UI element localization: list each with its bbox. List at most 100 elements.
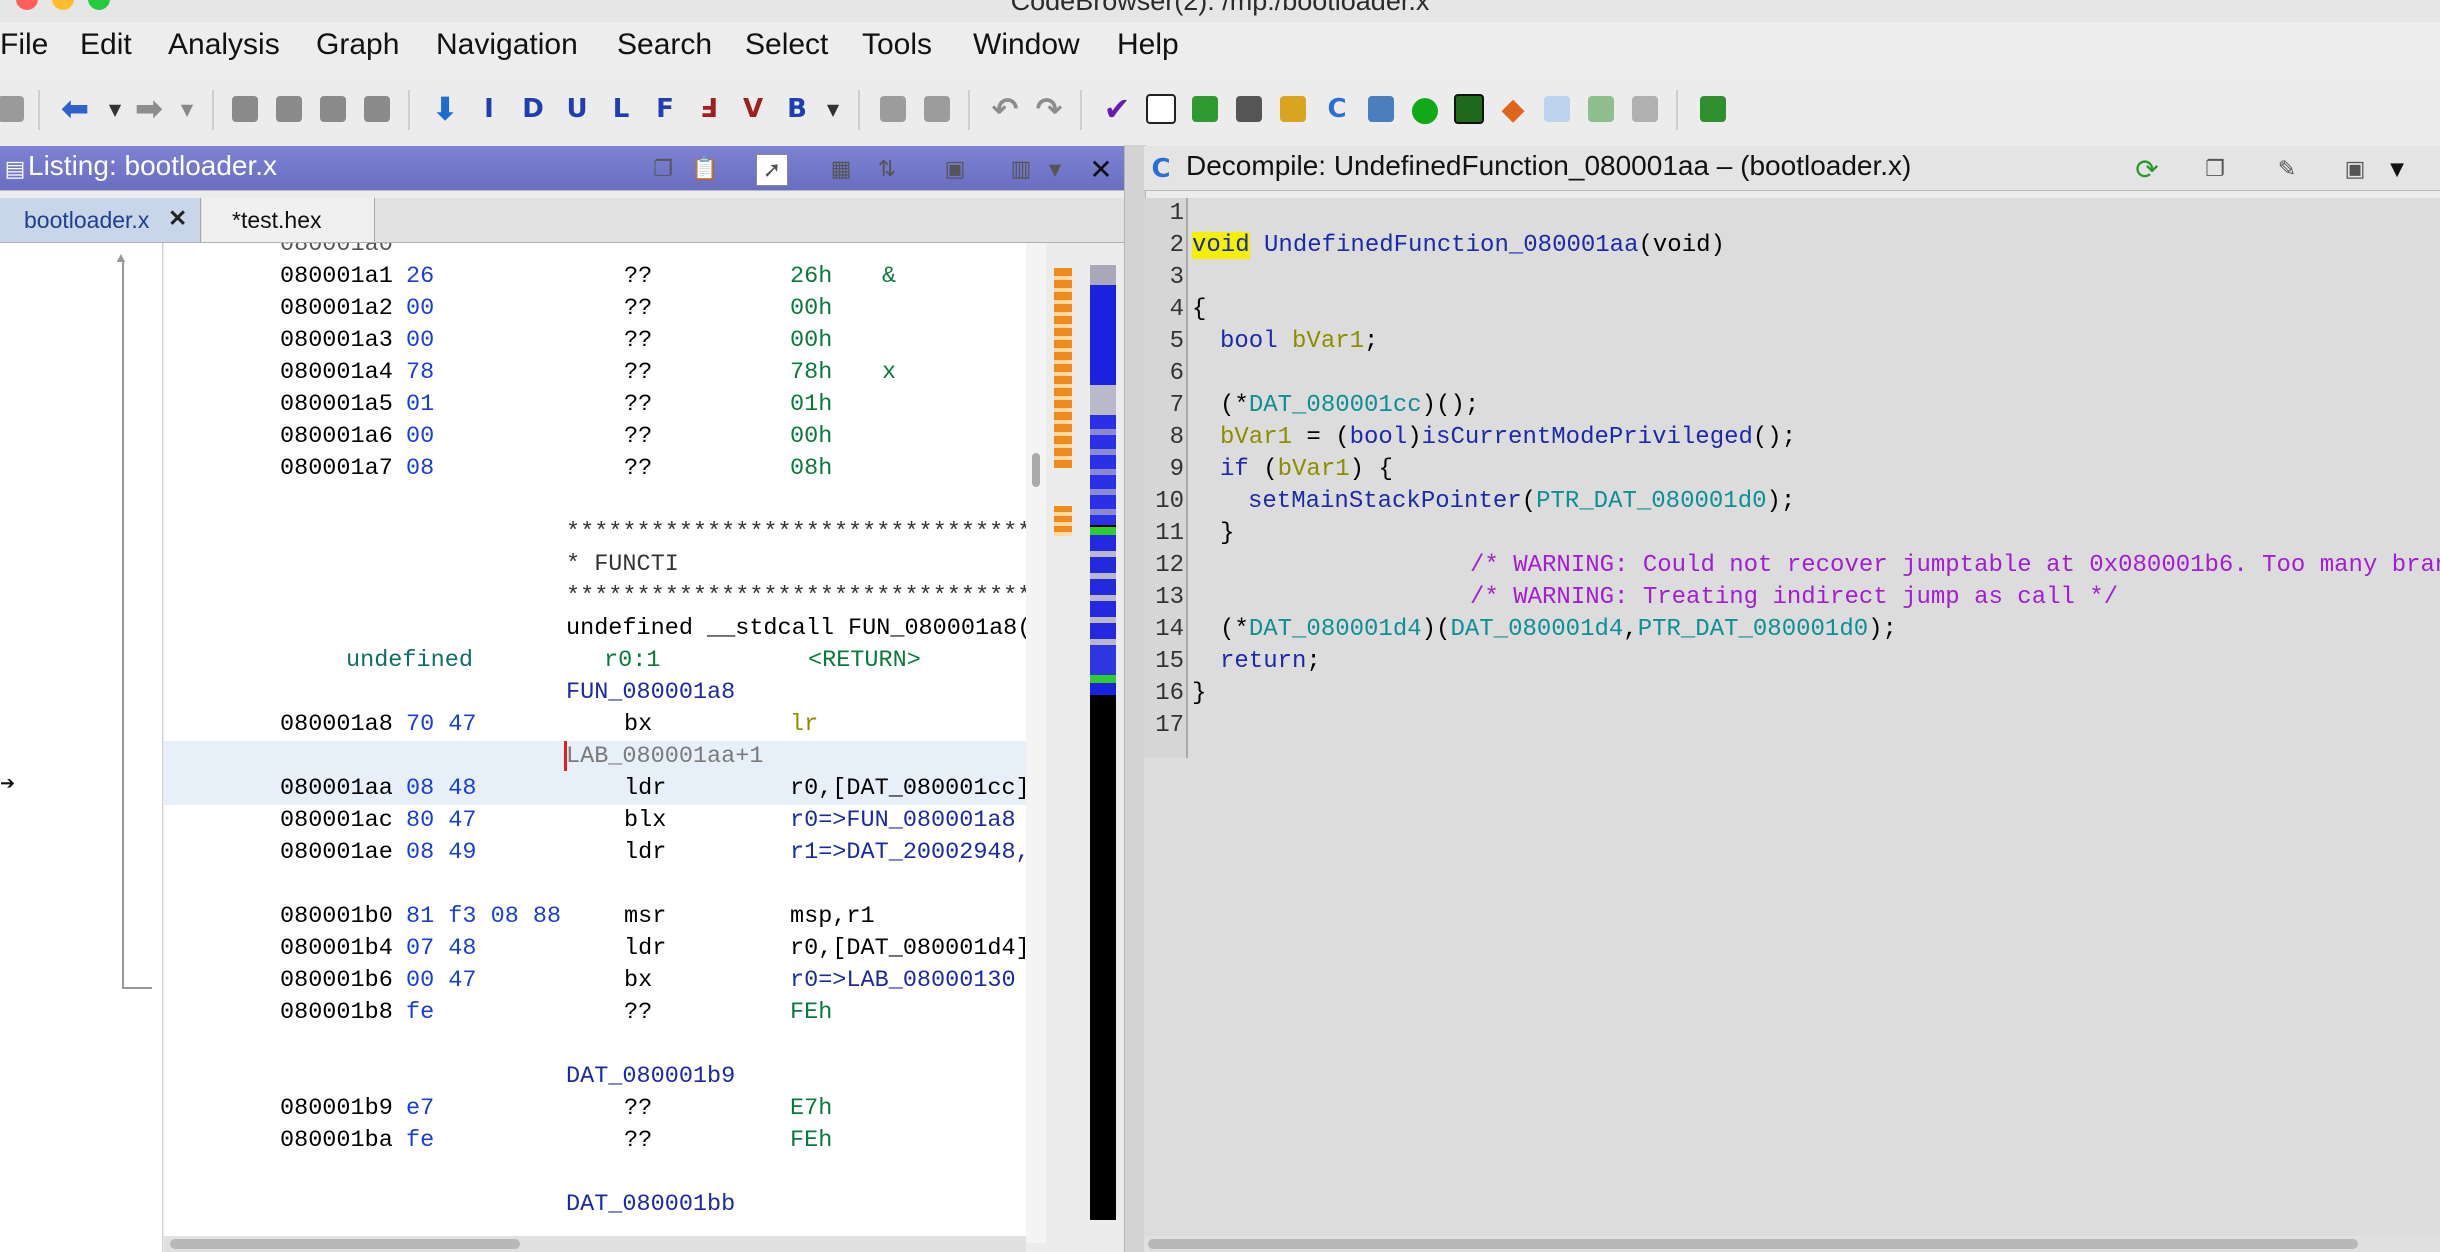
next-different-value-icon[interactable]: V — [736, 92, 770, 126]
listing-row[interactable]: 080001a5 01 ?? 01h — [164, 389, 1026, 421]
marker-margin[interactable] — [1052, 260, 1074, 540]
listing-row-selected[interactable]: 080001aa 08 48 ldr r0,[DAT_080001cc] — [164, 773, 1026, 805]
navigate-history-icon[interactable] — [228, 92, 262, 126]
menu-select[interactable]: Select — [745, 28, 828, 62]
next-bookmark-icon[interactable]: B — [780, 92, 814, 126]
listing-row[interactable]: 080001ba fe ?? FEh — [164, 1125, 1026, 1157]
menu-window[interactable]: Window — [973, 28, 1080, 62]
menu-tools[interactable]: Tools — [862, 28, 932, 62]
copy-icon[interactable]: ❐ — [2200, 154, 2230, 184]
tab-close-icon[interactable]: ✕ — [168, 196, 187, 240]
tab-bootloader[interactable]: bootloader.x ✕ — [0, 198, 201, 242]
listing-row[interactable]: 080001b0 81 f3 08 88 msr msp,r1 — [164, 901, 1026, 933]
listing-row[interactable]: 080001b8 fe ?? FEh — [164, 997, 1026, 1029]
listing-row[interactable]: 080001ac 80 47 blx r0=>FUN_080001a8 — [164, 805, 1026, 837]
function-call[interactable]: setMainStackPointer — [1248, 488, 1522, 515]
format-dropdown-icon[interactable]: ▼ — [1040, 154, 1070, 184]
bytes-view-icon[interactable] — [1144, 92, 1178, 126]
listing-row[interactable]: 080001a8 70 47 bx lr — [164, 709, 1026, 741]
menu-graph[interactable]: Graph — [316, 28, 399, 62]
options-dropdown-icon[interactable]: ▼ — [2382, 154, 2412, 184]
next-label-icon[interactable]: L — [604, 92, 638, 126]
global-variable[interactable]: PTR_DAT_080001d0 — [1638, 616, 1868, 643]
data-types-icon[interactable] — [1276, 92, 1310, 126]
menu-edit[interactable]: Edit — [80, 28, 132, 62]
listing-row[interactable]: 080001a3 00 ?? 00h — [164, 325, 1026, 357]
global-variable[interactable]: DAT_080001d4 — [1249, 616, 1422, 643]
listing-row[interactable]: 080001a2 00 ?? 00h — [164, 293, 1026, 325]
return-keyword[interactable]: return — [1220, 648, 1306, 675]
decompiler-icon[interactable]: C — [1320, 92, 1354, 126]
call-tree-icon[interactable] — [1628, 92, 1662, 126]
label-row-selected[interactable]: LAB_080001aa+1 — [164, 741, 1026, 773]
decompile-horizontal-scrollbar[interactable] — [1144, 1236, 2440, 1252]
global-variable[interactable]: PTR_DAT_080001d0 — [1536, 488, 1766, 515]
function-return-row[interactable]: undefined r0:1 <RETURN> — [164, 645, 1026, 677]
refresh-icon[interactable]: ⟳ — [2132, 153, 2162, 186]
listing-row[interactable]: 080001a1 26 ?? 26h & — [164, 261, 1026, 293]
forward-dropdown-icon[interactable]: ▼ — [170, 92, 204, 126]
run-icon[interactable]: ● — [1408, 89, 1442, 129]
debugger-icon[interactable] — [1696, 92, 1730, 126]
back-arrow-icon[interactable]: ⬅ — [58, 89, 92, 129]
next-instruction-icon[interactable]: ⬇ — [428, 90, 462, 128]
redo-icon[interactable]: ↷ — [1032, 90, 1066, 128]
local-variable[interactable]: bVar1 — [1220, 424, 1292, 451]
next-instruction-letter-icon[interactable]: I — [472, 92, 506, 126]
menu-search[interactable]: Search — [617, 28, 712, 62]
check-icon[interactable]: ✔ — [1100, 90, 1134, 128]
scrollbar-thumb[interactable] — [170, 1239, 520, 1249]
menu-analysis[interactable]: Analysis — [168, 28, 280, 62]
forward-arrow-icon[interactable]: ➡ — [132, 89, 166, 129]
function-signature[interactable]: undefined __stdcall FUN_080001a8( — [164, 613, 1026, 645]
function-label[interactable]: FUN_080001a8 — [164, 677, 1026, 709]
local-variable[interactable]: bVar1 — [1292, 328, 1364, 355]
overview-bar[interactable] — [1090, 265, 1116, 1220]
listing-row[interactable]: 080001ae 08 49 ldr r1=>DAT_20002948, — [164, 837, 1026, 869]
next-function-icon[interactable]: F — [648, 92, 682, 126]
function-name[interactable]: UndefinedFunction_080001aa — [1264, 232, 1638, 259]
snapshot-icon[interactable]: ▣ — [940, 154, 970, 184]
global-variable[interactable]: DAT_080001cc — [1249, 392, 1422, 419]
listing-row[interactable]: 080001b6 00 47 bx r0=>LAB_08000130 — [164, 965, 1026, 997]
next-data-icon[interactable]: D — [516, 92, 550, 126]
diamond-icon[interactable]: ◆ — [1496, 92, 1530, 127]
table-icon[interactable] — [1232, 92, 1266, 126]
symbol-table-icon[interactable] — [1540, 92, 1574, 126]
listing-horizontal-scrollbar[interactable] — [164, 1236, 1026, 1252]
bookmark-dropdown-icon[interactable]: ▼ — [816, 92, 850, 126]
data-label[interactable]: DAT_080001bb — [164, 1189, 1026, 1221]
copy-icon[interactable]: ❐ — [648, 154, 678, 184]
refresh-icon[interactable] — [1188, 92, 1222, 126]
next-undefined-icon[interactable]: U — [560, 92, 594, 126]
type-keyword[interactable]: bool — [1220, 328, 1278, 355]
listing-row[interactable]: 080001a6 00 ?? 00h — [164, 421, 1026, 453]
menu-help[interactable]: Help — [1117, 28, 1179, 62]
navigate-next-icon[interactable] — [360, 92, 394, 126]
close-icon[interactable]: ✕ — [1086, 153, 1116, 186]
listing-row[interactable]: 080001a7 08 ?? 08h — [164, 453, 1026, 485]
listing-vertical-scrollbar[interactable] — [1026, 243, 1046, 1243]
local-variable[interactable]: bVar1 — [1278, 456, 1350, 483]
pane-splitter[interactable] — [1124, 145, 1146, 1252]
listing-row[interactable]: 080001b9 e7 ?? E7h — [164, 1093, 1026, 1125]
next-instruction-not-in-function-icon[interactable]: Ⅎ — [692, 92, 726, 126]
function-call[interactable]: isCurrentModePrivileged — [1422, 424, 1753, 451]
save-icon[interactable] — [0, 92, 28, 126]
menu-file[interactable]: File — [0, 28, 48, 62]
edit-signature-icon[interactable]: ✎ — [2272, 154, 2302, 184]
snapshot-icon[interactable]: ▣ — [2340, 154, 2370, 184]
memory-map-icon[interactable] — [1452, 92, 1486, 126]
listing-row[interactable]: 080001a4 78 ?? 78h x — [164, 357, 1026, 389]
field-edit-icon[interactable]: ▦ — [826, 154, 856, 184]
diff-view-icon[interactable]: ⇅ — [872, 154, 902, 184]
return-type-keyword[interactable]: void — [1192, 232, 1250, 259]
global-variable[interactable]: DAT_080001d4 — [1450, 616, 1623, 643]
menu-navigation[interactable]: Navigation — [436, 28, 578, 62]
cursor-select-icon[interactable]: ➚ — [756, 154, 788, 186]
script-manager-icon[interactable] — [1584, 92, 1618, 126]
scrollbar-thumb[interactable] — [1148, 1239, 2358, 1249]
listing-row[interactable]: 080001b4 07 48 ldr r0,[DAT_080001d4] — [164, 933, 1026, 965]
paste-icon[interactable]: 📋 — [690, 154, 720, 184]
format-icon[interactable]: ▥ — [1006, 154, 1036, 184]
